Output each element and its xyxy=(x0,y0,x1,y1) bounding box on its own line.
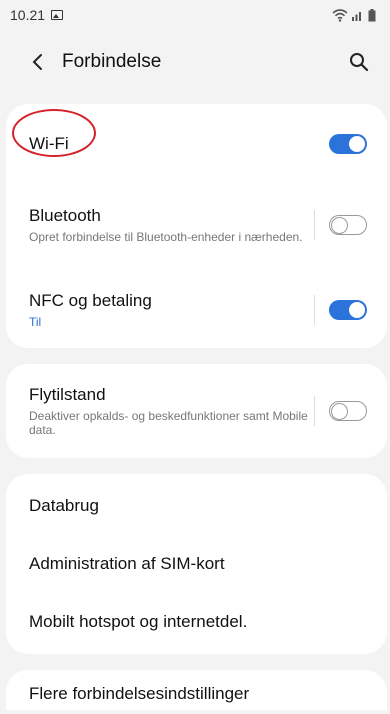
hotspot-row[interactable]: Mobilt hotspot og internetdel. xyxy=(6,594,387,650)
row-divider xyxy=(314,295,315,325)
page-title: Forbindelse xyxy=(62,51,162,72)
status-right xyxy=(332,8,376,22)
bluetooth-description: Opret forbindelse til Bluetooth-enheder … xyxy=(29,230,303,244)
hotspot-label: Mobilt hotspot og internetdel. xyxy=(29,612,248,631)
battery-icon xyxy=(368,8,376,21)
nfc-toggle[interactable] xyxy=(329,300,367,320)
data-usage-label: Databrug xyxy=(29,496,99,515)
wifi-toggle[interactable] xyxy=(329,134,367,154)
nfc-status: Til xyxy=(29,315,42,329)
status-bar: 10.21 xyxy=(0,0,390,30)
bluetooth-toggle[interactable] xyxy=(329,215,367,235)
status-time: 10.21 xyxy=(10,7,46,23)
bluetooth-label: Bluetooth xyxy=(29,206,101,225)
bluetooth-row[interactable]: Bluetooth Opret forbindelse til Bluetoot… xyxy=(6,190,387,260)
app-bar: Forbindelse xyxy=(0,42,390,82)
more-settings-row[interactable]: Flere forbindelsesindstillinger xyxy=(6,684,387,714)
more-settings-label: Flere forbindelsesindstillinger xyxy=(29,684,250,703)
nfc-label: NFC og betaling xyxy=(29,291,152,310)
wifi-signal-icon xyxy=(332,9,348,22)
sim-management-row[interactable]: Administration af SIM-kort xyxy=(6,536,387,592)
airplane-toggle[interactable] xyxy=(329,401,367,421)
airplane-description: Deaktiver opkalds- og beskedfunktioner s… xyxy=(29,409,308,437)
more-settings-card: Flere forbindelsesindstillinger xyxy=(6,670,387,710)
row-divider xyxy=(314,210,315,240)
airplane-label: Flytilstand xyxy=(29,385,106,404)
wifi-label: Wi-Fi xyxy=(29,134,69,153)
sim-management-label: Administration af SIM-kort xyxy=(29,554,225,573)
data-usage-row[interactable]: Databrug xyxy=(6,478,387,534)
nfc-row[interactable]: NFC og betaling Til xyxy=(6,280,387,340)
data-card: Databrug Administration af SIM-kort Mobi… xyxy=(6,474,387,654)
airplane-row[interactable]: Flytilstand Deaktiver opkalds- og besked… xyxy=(6,364,387,458)
wifi-row[interactable]: Wi-Fi xyxy=(6,104,387,184)
gallery-notification-icon xyxy=(51,10,64,20)
row-divider xyxy=(314,396,315,426)
status-left: 10.21 xyxy=(10,7,64,23)
connection-card: Wi-Fi Bluetooth Opret forbindelse til Bl… xyxy=(6,104,387,348)
search-icon[interactable] xyxy=(346,49,372,75)
cell-signal-icon xyxy=(352,12,361,21)
airplane-card: Flytilstand Deaktiver opkalds- og besked… xyxy=(6,364,387,458)
back-arrow-icon[interactable] xyxy=(26,51,48,73)
